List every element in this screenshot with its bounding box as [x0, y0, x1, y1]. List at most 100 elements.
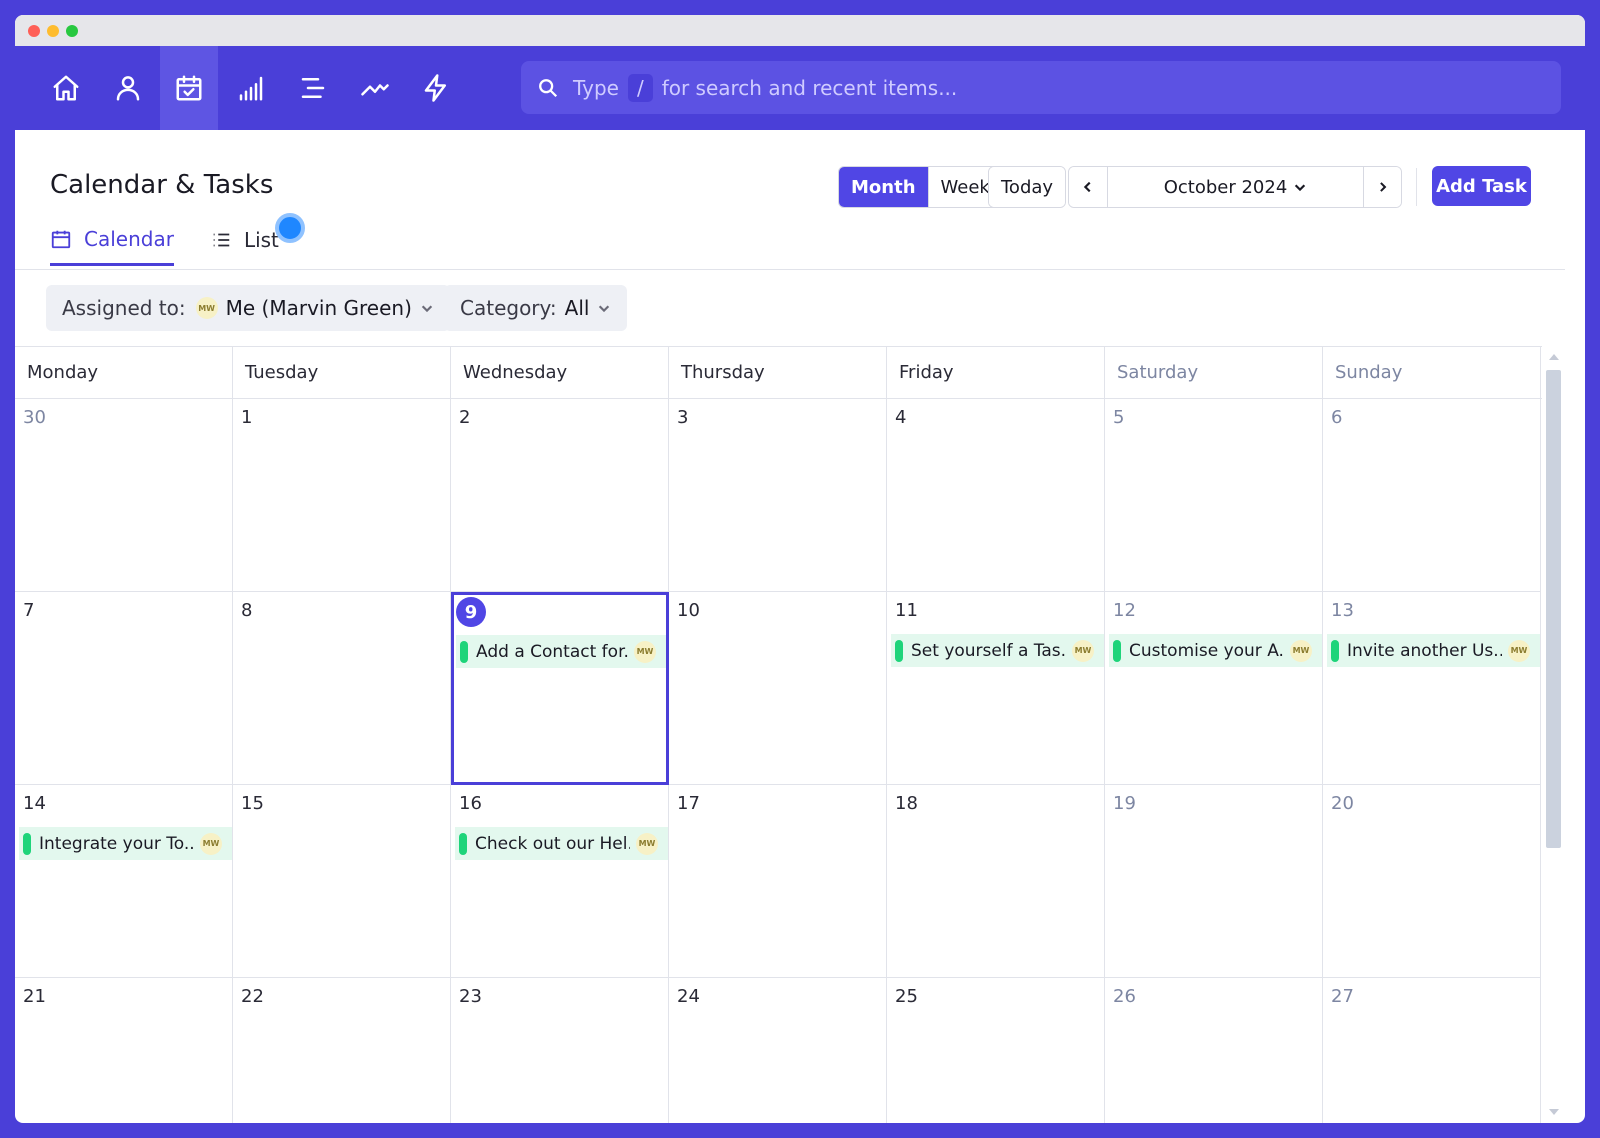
- scroll-down-arrow[interactable]: [1549, 1109, 1559, 1115]
- calendar-day[interactable]: 30: [15, 399, 233, 592]
- nav-pipeline[interactable]: [284, 46, 342, 130]
- category-value: All: [564, 296, 590, 320]
- calendar-day[interactable]: 1: [233, 399, 451, 592]
- calendar-day-today[interactable]: 9 Add a Contact for... MW: [451, 592, 669, 785]
- app-window: Type / for search and recent items... Ca…: [15, 15, 1585, 1123]
- calendar-scrollbar[interactable]: [1542, 346, 1565, 1123]
- nav-analytics[interactable]: [346, 46, 404, 130]
- calendar-day[interactable]: 24: [669, 978, 887, 1123]
- day-number: 4: [895, 407, 907, 428]
- global-search-input[interactable]: Type / for search and recent items...: [521, 61, 1561, 114]
- today-group: Today: [988, 166, 1067, 208]
- nav-calendar[interactable]: [160, 46, 218, 130]
- day-number: 19: [1113, 793, 1136, 814]
- calendar-day[interactable]: 10: [669, 592, 887, 785]
- scroll-up-arrow[interactable]: [1549, 354, 1559, 360]
- task-chip[interactable]: Invite another Us... MW: [1327, 634, 1540, 667]
- calendar-day[interactable]: 23: [451, 978, 669, 1123]
- main-content: Calendar & Tasks Calendar List Month Wee…: [15, 130, 1565, 1123]
- calendar-day[interactable]: 13 Invite another Us... MW: [1323, 592, 1541, 785]
- month-calendar: Monday Tuesday Wednesday Thursday Friday Satu…: [15, 346, 1542, 1123]
- assigned-to-filter[interactable]: Assigned to: MW Me (Marvin Green): [46, 285, 450, 331]
- month-view-button[interactable]: Month: [839, 167, 928, 207]
- month-navigator: October 2024: [1068, 166, 1402, 208]
- day-number: 1: [241, 407, 253, 428]
- day-number: 3: [677, 407, 689, 428]
- calendar-day[interactable]: 5: [1105, 399, 1323, 592]
- calendar-day[interactable]: 27: [1323, 978, 1541, 1123]
- calendar-day[interactable]: 14 Integrate your To... MW: [15, 785, 233, 978]
- calendar-day[interactable]: 20: [1323, 785, 1541, 978]
- day-number: 2: [459, 407, 471, 428]
- task-chip[interactable]: Customise your A... MW: [1109, 634, 1322, 667]
- tab-calendar[interactable]: Calendar: [50, 214, 174, 266]
- calendar-day[interactable]: 16 Check out our Hel... MW: [451, 785, 669, 978]
- maximize-window-button[interactable]: [66, 25, 78, 37]
- day-number: 21: [23, 986, 46, 1007]
- avatar: MW: [1290, 639, 1312, 662]
- day-number: 24: [677, 986, 700, 1007]
- category-filter[interactable]: Category: All: [444, 285, 628, 331]
- tab-list-label: List: [243, 228, 279, 252]
- calendar-day[interactable]: 12 Customise your A... MW: [1105, 592, 1323, 785]
- calendar-day[interactable]: 22: [233, 978, 451, 1123]
- day-number: 30: [23, 407, 46, 428]
- tab-calendar-label: Calendar: [84, 226, 174, 251]
- day-number: 6: [1331, 407, 1343, 428]
- calendar-day[interactable]: 21: [15, 978, 233, 1123]
- nav-reports[interactable]: [222, 46, 280, 130]
- weekday-label: Saturday: [1105, 347, 1323, 398]
- weekday-label: Thursday: [669, 347, 887, 398]
- weekday-label: Sunday: [1323, 347, 1541, 398]
- task-title: Add a Contact for...: [476, 641, 628, 662]
- task-chip[interactable]: Check out our Hel... MW: [455, 827, 668, 860]
- assigned-to-label: Assigned to:: [62, 296, 186, 320]
- calendar-day[interactable]: 8: [233, 592, 451, 785]
- chevron-down-icon: [1295, 184, 1306, 192]
- nav-automations[interactable]: [407, 46, 465, 130]
- day-number: 25: [895, 986, 918, 1007]
- weekday-label: Tuesday: [233, 347, 451, 398]
- calendar-day[interactable]: 25: [887, 978, 1105, 1123]
- day-number: 9: [456, 597, 486, 627]
- calendar-day[interactable]: 18: [887, 785, 1105, 978]
- calendar-day[interactable]: 26: [1105, 978, 1323, 1123]
- calendar-day[interactable]: 19: [1105, 785, 1323, 978]
- avatar: MW: [200, 832, 222, 855]
- task-status-bar: [1331, 639, 1339, 662]
- scroll-thumb[interactable]: [1546, 370, 1561, 848]
- day-number: 13: [1331, 600, 1354, 621]
- calendar-day[interactable]: 17: [669, 785, 887, 978]
- calendar-day[interactable]: 11 Set yourself a Tas... MW: [887, 592, 1105, 785]
- calendar-day[interactable]: 4: [887, 399, 1105, 592]
- category-label: Category:: [460, 296, 557, 320]
- task-title: Check out our Hel...: [475, 833, 630, 854]
- nav-home[interactable]: [37, 46, 95, 130]
- calendar-day[interactable]: 6: [1323, 399, 1541, 592]
- task-chip[interactable]: Integrate your To... MW: [19, 827, 232, 860]
- task-chip[interactable]: Add a Contact for... MW: [456, 635, 666, 668]
- next-month-button[interactable]: [1363, 167, 1401, 207]
- day-number: 26: [1113, 986, 1136, 1007]
- day-number: 20: [1331, 793, 1354, 814]
- nav-contacts[interactable]: [99, 46, 157, 130]
- tab-list[interactable]: List: [210, 214, 279, 266]
- signal-bars-icon: [239, 76, 263, 101]
- month-picker[interactable]: October 2024: [1107, 167, 1363, 207]
- today-button[interactable]: Today: [989, 167, 1066, 207]
- avatar: MW: [636, 832, 658, 855]
- add-task-button[interactable]: Add Task: [1432, 166, 1531, 206]
- task-chip[interactable]: Set yourself a Tas... MW: [891, 634, 1104, 667]
- weekday-label: Friday: [887, 347, 1105, 398]
- close-window-button[interactable]: [28, 25, 40, 37]
- calendar-day[interactable]: 7: [15, 592, 233, 785]
- task-status-bar: [23, 832, 31, 855]
- user-icon: [116, 76, 140, 101]
- calendar-icon: [51, 230, 71, 248]
- calendar-day[interactable]: 15: [233, 785, 451, 978]
- avatar: MW: [195, 297, 218, 319]
- calendar-day[interactable]: 3: [669, 399, 887, 592]
- calendar-day[interactable]: 2: [451, 399, 669, 592]
- minimize-window-button[interactable]: [47, 25, 59, 37]
- previous-month-button[interactable]: [1069, 167, 1107, 207]
